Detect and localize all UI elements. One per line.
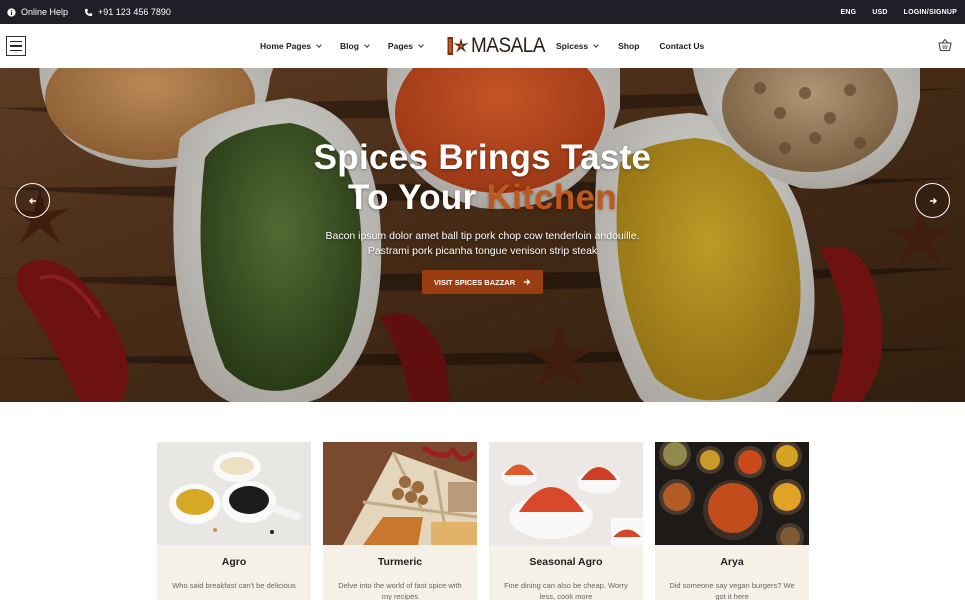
online-help-label: Online Help bbox=[21, 7, 69, 17]
phone-number: +91 123 456 7890 bbox=[98, 7, 171, 17]
nav-contact-us-label: Contact Us bbox=[659, 41, 705, 51]
hero-title-accent: Kitchen bbox=[486, 178, 617, 217]
nav-shop-label: Shop bbox=[618, 41, 640, 51]
masala-logo-icon bbox=[447, 37, 469, 55]
nav-home-pages[interactable]: Home Pages bbox=[260, 41, 322, 51]
card-image bbox=[323, 442, 477, 545]
chevron-down-icon bbox=[316, 41, 322, 48]
category-cards: Agro Who said breakfast can't be delicio… bbox=[157, 442, 809, 600]
online-help-link[interactable]: Online Help bbox=[7, 7, 68, 17]
hero-subtitle: Bacon ipsum dolor amet ball tip pork cho… bbox=[0, 229, 965, 259]
hero-title: Spices Brings Taste To Your Kitchen bbox=[0, 138, 965, 218]
card-description: Did someone say vegan burgers? We got it… bbox=[669, 581, 795, 600]
hero-subtitle-line2: Pastrami pork picanha tongue venison str… bbox=[367, 245, 598, 257]
hamburger-menu-icon[interactable] bbox=[6, 36, 26, 56]
card-description: Who said breakfast can't be delicious bbox=[172, 581, 296, 590]
phone-icon bbox=[84, 8, 93, 16]
site-logo[interactable]: MASALA bbox=[447, 34, 553, 57]
main-navigation: Home Pages Blog Pages MASALA Spicess Sho… bbox=[0, 24, 965, 68]
language-selector[interactable]: ENG bbox=[840, 9, 856, 16]
nav-pages-label: Pages bbox=[387, 41, 413, 51]
card-description: Delve into the world of fast spice with … bbox=[338, 581, 462, 600]
card-title: Arya bbox=[720, 556, 744, 568]
card-title: Agro bbox=[221, 556, 247, 568]
info-icon bbox=[7, 7, 16, 17]
card-image bbox=[655, 442, 809, 545]
nav-home-pages-label: Home Pages bbox=[260, 41, 312, 51]
hero-title-line2: To Your Kitchen bbox=[0, 178, 965, 218]
hero-slider: Spices Brings Taste To Your Kitchen Baco… bbox=[0, 68, 965, 402]
nav-pages[interactable]: Pages bbox=[387, 41, 424, 51]
card-image bbox=[489, 442, 643, 545]
login-signup-link[interactable]: LOGIN/SIGNUP bbox=[904, 9, 957, 16]
chevron-down-icon bbox=[593, 41, 599, 48]
card-title: Turmeric bbox=[377, 556, 423, 568]
currency-selector[interactable]: USD bbox=[872, 9, 887, 16]
nav-blog[interactable]: Blog bbox=[340, 41, 370, 51]
nav-spicess-label: Spicess bbox=[556, 41, 589, 51]
nav-blog-label: Blog bbox=[340, 41, 359, 51]
top-bar: Online Help +91 123 456 7890 ENG USD LOG… bbox=[0, 0, 965, 24]
category-card-agro[interactable]: Agro Who said breakfast can't be delicio… bbox=[157, 442, 311, 600]
chevron-down-icon bbox=[418, 41, 424, 48]
category-card-arya[interactable]: Arya Did someone say vegan burgers? We g… bbox=[655, 442, 809, 600]
card-title: Seasonal Agro bbox=[529, 556, 603, 568]
basket-icon[interactable] bbox=[938, 38, 952, 52]
category-card-turmeric[interactable]: Turmeric Delve into the world of fast sp… bbox=[323, 442, 477, 600]
arrow-right-icon bbox=[523, 279, 531, 285]
card-image bbox=[157, 442, 311, 545]
chevron-down-icon bbox=[364, 41, 370, 48]
category-card-seasonal-agro[interactable]: Seasonal Agro Fine dining can also be ch… bbox=[489, 442, 643, 600]
hero-button-label: VISIT SPICES BAZZAR bbox=[433, 277, 516, 287]
card-description: Fine dining can also be cheap. Worry les… bbox=[504, 581, 628, 600]
phone-link[interactable]: +91 123 456 7890 bbox=[84, 7, 171, 17]
visit-spices-bazzar-button[interactable]: VISIT SPICES BAZZAR bbox=[422, 270, 543, 294]
nav-menu-right: Spicess Shop Contact Us bbox=[556, 24, 704, 68]
nav-contact-us[interactable]: Contact Us bbox=[659, 41, 704, 51]
nav-menu-left: Home Pages Blog Pages bbox=[260, 24, 424, 68]
hero-title-line1: Spices Brings Taste bbox=[313, 138, 652, 177]
hero-subtitle-line1: Bacon ipsum dolor amet ball tip pork cho… bbox=[325, 230, 640, 242]
nav-spicess[interactable]: Spicess bbox=[556, 41, 599, 51]
nav-shop[interactable]: Shop bbox=[618, 41, 639, 51]
hero-title-plain: To Your bbox=[348, 178, 487, 217]
logo-text: MASALA bbox=[471, 34, 545, 57]
